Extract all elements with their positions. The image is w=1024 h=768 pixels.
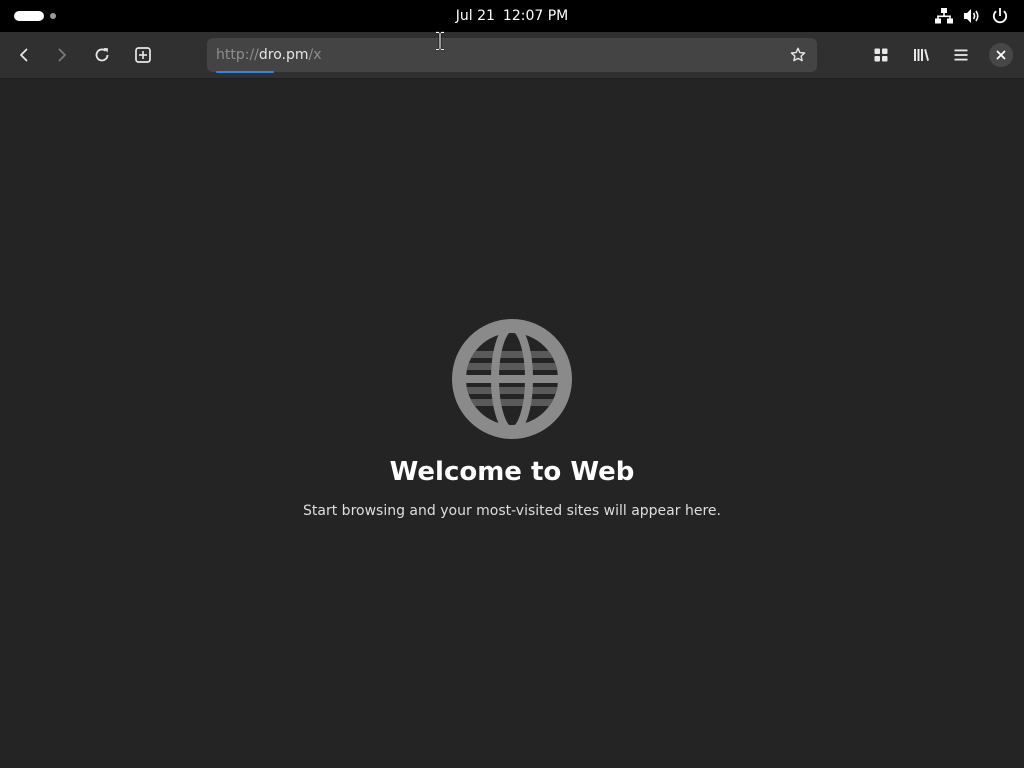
workspace-dot — [50, 13, 56, 19]
address-bar[interactable]: http://dro.pm/x — [207, 38, 817, 73]
tab-overview-icon — [874, 48, 888, 62]
welcome-title: Welcome to Web — [389, 457, 635, 487]
url-scheme: http:// — [216, 47, 259, 63]
main-menu-button[interactable] — [945, 39, 977, 71]
library-icon — [914, 49, 929, 61]
forward-button[interactable] — [46, 39, 78, 71]
browser-header-bar: http://dro.pm/x — [0, 32, 1024, 79]
network-wired-icon[interactable] — [934, 6, 954, 26]
library-button[interactable] — [905, 39, 937, 71]
url-host: dro.pm — [258, 47, 309, 63]
tab-overview-button[interactable] — [865, 39, 897, 71]
reload-button[interactable] — [86, 39, 118, 71]
window-close-button[interactable] — [989, 43, 1013, 67]
welcome-page: Welcome to Web Start browsing and your m… — [0, 79, 1024, 768]
load-progress-bar — [216, 71, 274, 73]
globe-icon — [452, 319, 572, 443]
clock[interactable]: Jul 21 12:07 PM — [412, 6, 612, 26]
back-button[interactable] — [8, 39, 40, 71]
welcome-subtitle: Start browsing and your most-visited sit… — [303, 503, 721, 519]
url-text[interactable]: http://dro.pm/x — [216, 46, 322, 64]
volume-icon[interactable] — [962, 6, 982, 26]
hamburger-menu-icon — [954, 49, 968, 61]
activities-indicator[interactable] — [14, 11, 56, 21]
close-icon — [996, 50, 1006, 60]
new-tab-button[interactable] — [127, 39, 159, 71]
bookmark-button[interactable] — [787, 45, 809, 65]
back-icon — [20, 48, 28, 62]
workspace-active-pill — [14, 11, 44, 21]
system-top-bar: Jul 21 12:07 PM — [0, 0, 1024, 32]
new-tab-icon — [135, 47, 151, 63]
forward-icon — [58, 48, 66, 62]
power-icon[interactable] — [990, 6, 1010, 26]
star-icon — [790, 47, 806, 62]
text-cursor-icon — [434, 31, 446, 55]
reload-icon — [95, 48, 109, 62]
clock-date: Jul 21 — [455, 8, 495, 24]
url-path: /x — [308, 47, 322, 63]
clock-time: 12:07 PM — [502, 8, 569, 24]
